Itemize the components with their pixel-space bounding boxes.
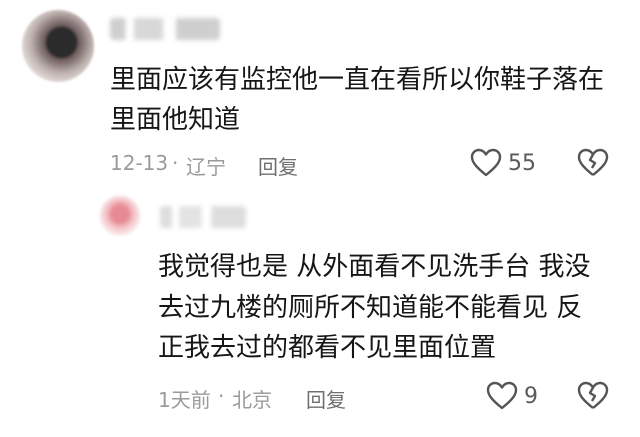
meta-separator: ·: [218, 384, 225, 408]
like-button[interactable]: 9: [486, 381, 538, 411]
comment-date: 1天前: [158, 388, 211, 412]
broken-heart-icon: [577, 148, 609, 176]
comment-location: 北京: [232, 388, 272, 412]
heart-icon: [486, 381, 518, 411]
comment-text-line-1: 里面应该有监控他一直在看所以你鞋子落在: [110, 65, 605, 95]
reply-button[interactable]: 回复: [258, 151, 298, 180]
blurred-username[interactable]: [160, 206, 246, 228]
avatar[interactable]: [22, 10, 94, 82]
comment-text-line-1: 我觉得也是 从外面看不见洗手台 我没: [158, 252, 591, 282]
comment-text-line-3: 正我去过的都看不见里面位置: [158, 333, 497, 363]
reply-button[interactable]: 回复: [306, 384, 346, 413]
comment-text-line-2: 去过九楼的厕所不知道能不能看见 反: [158, 293, 583, 323]
like-button[interactable]: 55: [470, 148, 536, 178]
like-count: 9: [524, 383, 538, 409]
comment-location: 辽宁: [186, 155, 226, 179]
heart-icon: [470, 148, 502, 178]
broken-heart-icon: [577, 381, 609, 409]
like-count: 55: [508, 150, 536, 176]
dislike-button[interactable]: [577, 148, 609, 178]
dislike-button[interactable]: [577, 381, 609, 411]
avatar[interactable]: [100, 196, 140, 236]
comment-date: 12-13: [110, 151, 169, 175]
meta-separator: ·: [172, 151, 179, 175]
comment-text-line-2: 里面他知道: [110, 105, 241, 135]
blurred-username[interactable]: [110, 18, 220, 40]
